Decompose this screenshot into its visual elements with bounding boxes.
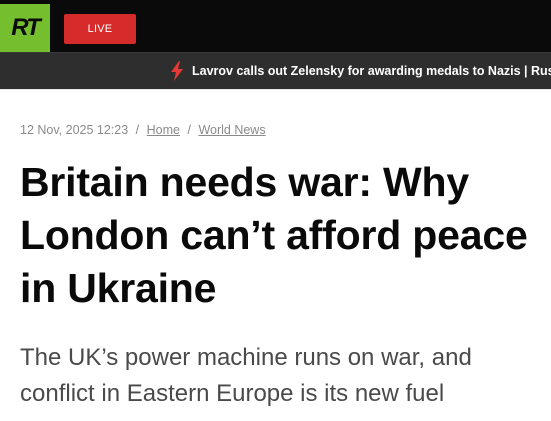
article-summary: The UK’s power machine runs on war, and … xyxy=(20,344,472,407)
header-divider xyxy=(0,89,551,90)
lightning-bolt-icon xyxy=(171,61,183,81)
breadcrumb-world-news-link[interactable]: World News xyxy=(198,123,265,137)
rt-logo[interactable]: RT xyxy=(0,4,50,52)
article-headline: Britain needs war: Why London can’t affo… xyxy=(20,159,528,311)
ticker-headline[interactable]: Lavrov calls out Zelensky for awarding m… xyxy=(192,64,551,78)
news-ticker[interactable]: Lavrov calls out Zelensky for awarding m… xyxy=(0,52,551,89)
breadcrumb-home-link[interactable]: Home xyxy=(147,123,180,137)
breadcrumb-separator: / xyxy=(135,123,140,137)
publish-date: 12 Nov, 2025 12:23 xyxy=(20,123,129,137)
breadcrumb-separator: / xyxy=(187,123,191,137)
top-navigation-bar: RT LIVE xyxy=(0,0,551,52)
live-button[interactable]: LIVE xyxy=(64,14,136,44)
article-meta: 12 Nov, 2025 12:23 / Home / World News xyxy=(20,123,266,137)
ticker-content: Lavrov calls out Zelensky for awarding m… xyxy=(170,53,551,89)
